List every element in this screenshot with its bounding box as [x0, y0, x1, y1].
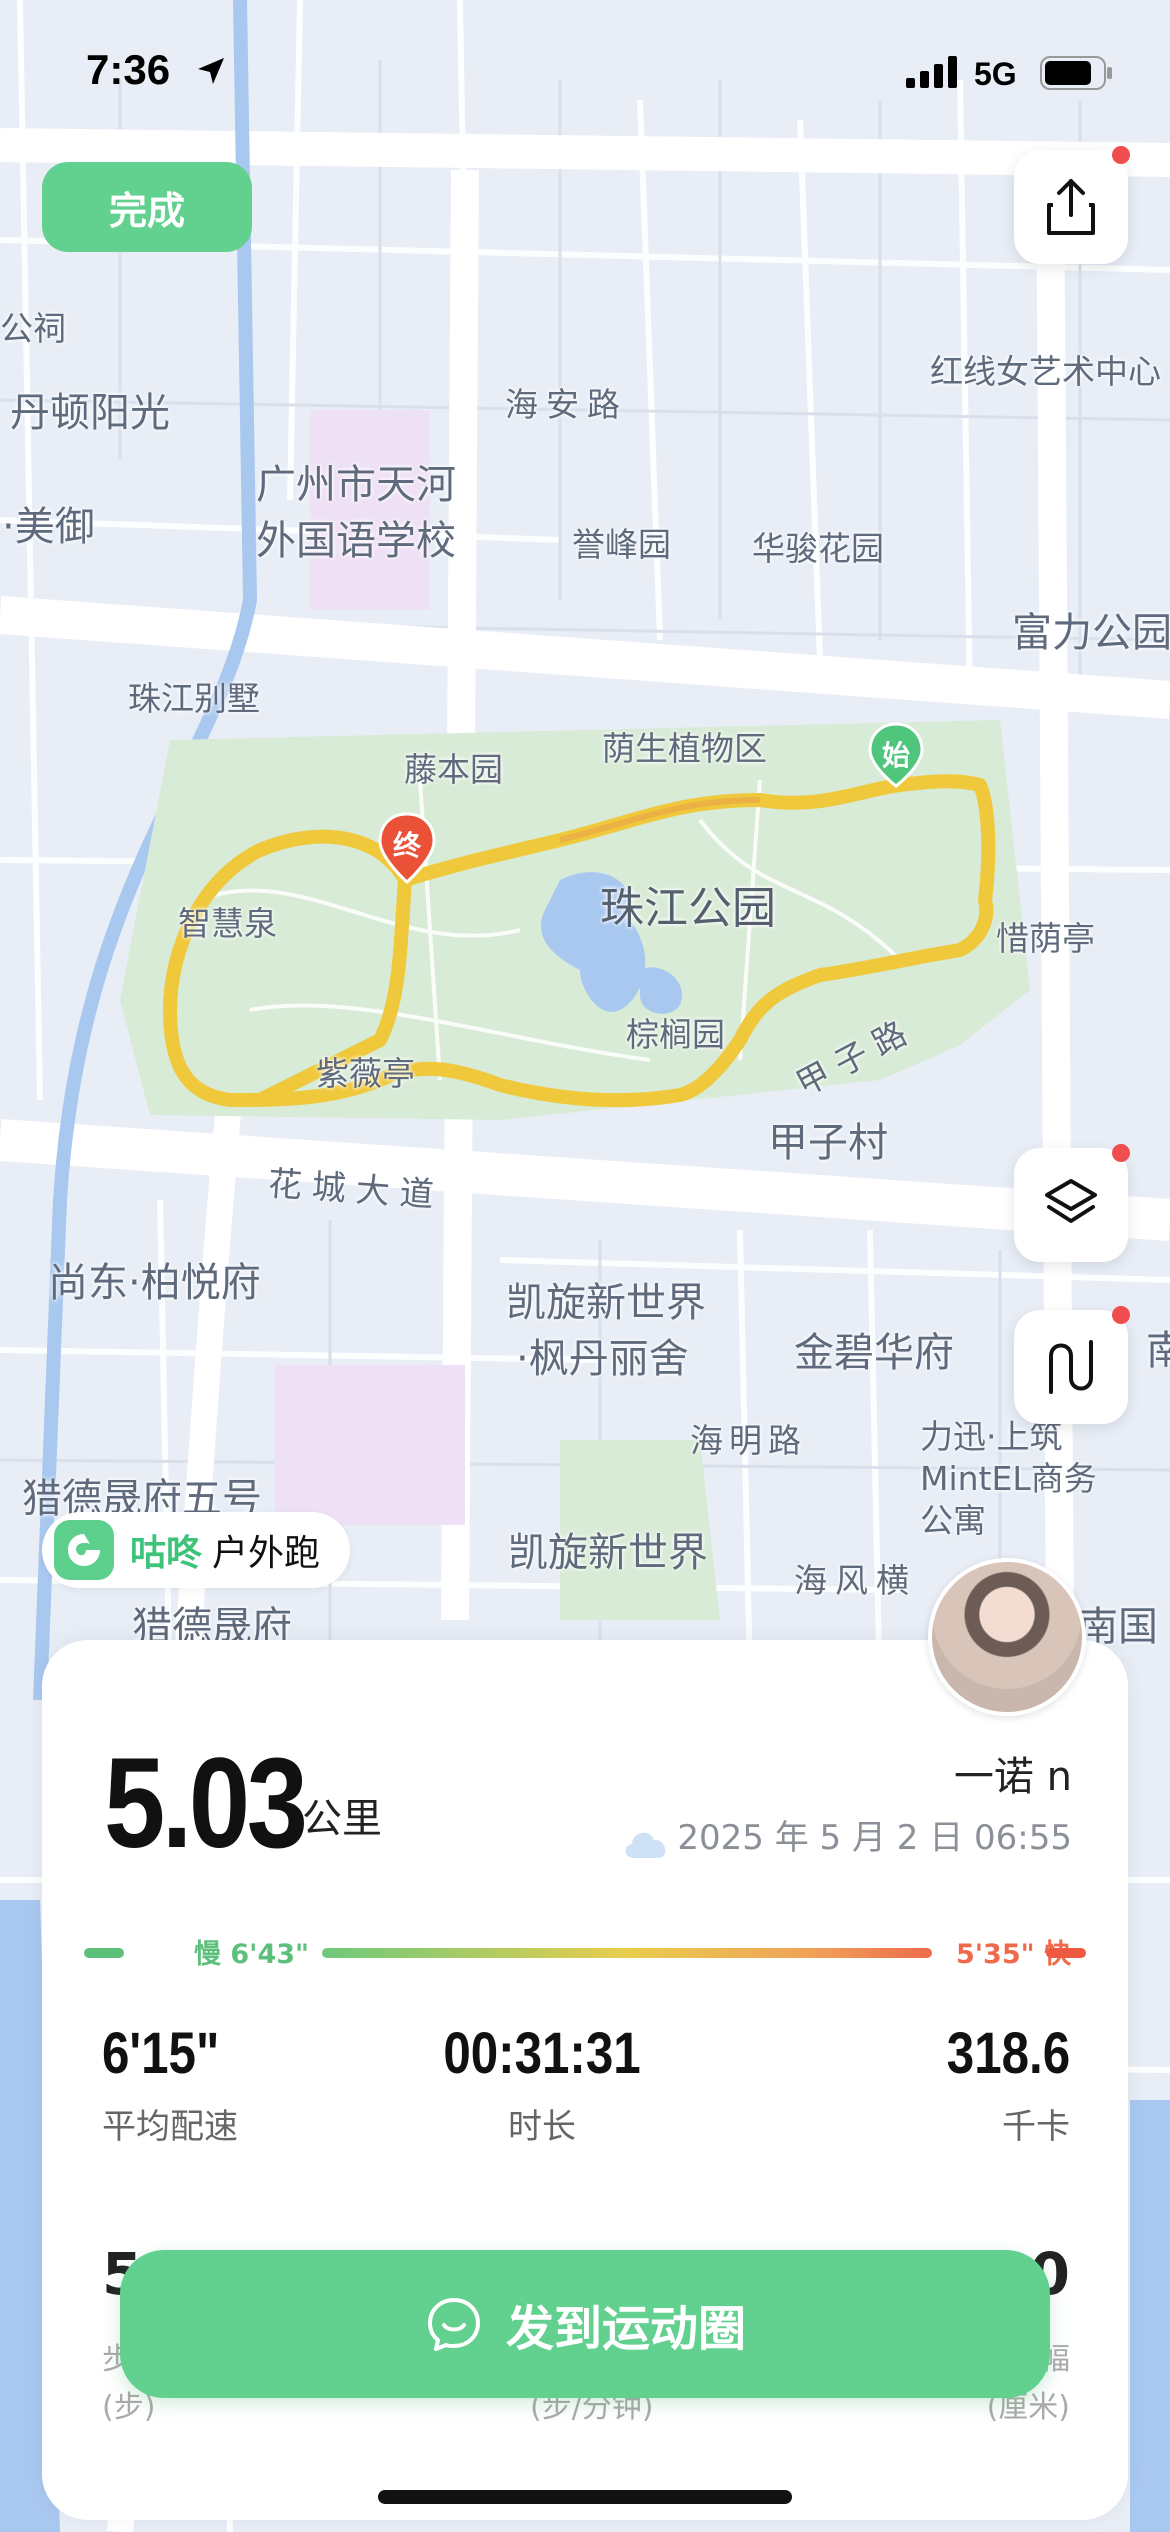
sport-type: 户外跑	[212, 1533, 321, 1574]
map-label: 公寓	[920, 1501, 986, 1540]
stat-value: 00:31:31	[443, 2021, 641, 2086]
map-label: 海明路	[690, 1421, 807, 1460]
map-label: 红线女艺术中心	[930, 352, 1161, 391]
share-to-feed-button[interactable]: 发到运动圈	[120, 2250, 1050, 2398]
map-label: 凯旋新世界	[506, 1280, 706, 1326]
brand-tag: 咕咚 户外跑	[42, 1512, 351, 1588]
pace-range-bar: 慢 6'43" 5'35" 快	[84, 1932, 1086, 1972]
slow-cap	[84, 1948, 124, 1958]
battery-icon	[1040, 56, 1112, 90]
map-label: 珠江别墅	[128, 679, 260, 718]
run-datetime: 2025 年 5 月 2 日 06:55	[677, 1818, 1072, 1858]
map-label: 智慧泉	[178, 904, 277, 943]
map-label: 海安路	[505, 385, 628, 424]
share-export-button[interactable]	[1014, 146, 1130, 264]
stat-calories: 318.6 千卡	[925, 2020, 1070, 2148]
start-marker[interactable]: 始	[866, 722, 926, 792]
pace-gradient	[322, 1948, 932, 1958]
map-label: 外国语学校	[256, 518, 456, 564]
map-label: MintEL商务	[920, 1459, 1097, 1498]
map-label: 金碧华府	[794, 1330, 954, 1376]
notification-dot	[1112, 146, 1130, 164]
map-label: 誉峰园	[572, 525, 671, 564]
status-time: 7:36	[86, 46, 171, 93]
map-label: 丹顿阳光	[10, 390, 170, 436]
map-label: 海风横	[794, 1561, 917, 1600]
chat-bubble-icon	[427, 2298, 480, 2351]
pace-slow-label: 慢 6'43"	[194, 1939, 310, 1970]
stat-value: 318.6	[946, 2021, 1070, 2086]
map-label: 甲子村	[768, 1120, 888, 1166]
map-label: ·美御	[2, 504, 95, 550]
map-label: 凯旋新世界	[508, 1530, 708, 1576]
share-icon	[1047, 179, 1095, 235]
map-label: 珠江公园	[600, 883, 776, 934]
fast-cap	[1046, 1948, 1086, 1958]
status-bar: 7:36 5G	[0, 0, 1170, 150]
map-label: 富力公园	[1012, 610, 1170, 656]
map-label: 南	[1146, 1328, 1170, 1374]
map-label: ·枫丹丽舍	[516, 1336, 689, 1382]
map-label: 公祠	[0, 309, 66, 348]
home-indicator[interactable]	[378, 2490, 792, 2504]
start-marker-label: 始	[881, 739, 910, 772]
route-style-button[interactable]	[1014, 1306, 1130, 1424]
map-layers-button[interactable]	[1014, 1144, 1130, 1262]
stat-value: 6'15"	[102, 2021, 220, 2086]
layers-icon	[1045, 1179, 1097, 1223]
map-label: 藤本园	[404, 750, 503, 789]
map-label: 广州市天河	[256, 462, 456, 508]
cloud-icon	[625, 1832, 666, 1858]
map-label: 棕榈园	[626, 1015, 725, 1054]
notification-dot	[1112, 1144, 1130, 1162]
notification-dot	[1112, 1306, 1130, 1324]
cellular-signal-icon	[906, 56, 957, 88]
share-to-feed-label: 发到运动圈	[505, 2301, 746, 2357]
network-type: 5G	[974, 56, 1017, 92]
avatar[interactable]	[928, 1558, 1086, 1716]
map-label: 惜荫亭	[996, 919, 1095, 958]
brand-name: 咕咚	[130, 1533, 203, 1574]
distance-unit: 公里	[302, 1796, 382, 1842]
map-label: 荫生植物区	[602, 729, 767, 768]
end-marker-label: 终	[392, 829, 421, 862]
stat-avg-pace: 6'15" 平均配速	[102, 2020, 240, 2148]
codoon-logo-icon	[54, 1520, 114, 1580]
map-label: 华骏花园	[752, 529, 884, 568]
map-label: 紫薇亭	[316, 1054, 415, 1093]
stat-duration: 00:31:31 时长	[342, 2020, 742, 2148]
stat-label: 时长	[508, 2107, 576, 2147]
location-arrow-icon	[198, 58, 224, 84]
map-label: 尚东·柏悦府	[48, 1260, 261, 1306]
stat-label: 千卡	[1002, 2107, 1070, 2147]
end-marker[interactable]: 终	[376, 812, 438, 888]
stat-label: 平均配速	[102, 2107, 238, 2147]
username[interactable]: 一诺 n	[954, 1744, 1072, 1802]
distance-value: 5.03	[104, 1732, 308, 1875]
route-icon	[1049, 1340, 1093, 1394]
done-button[interactable]: 完成	[42, 162, 252, 252]
